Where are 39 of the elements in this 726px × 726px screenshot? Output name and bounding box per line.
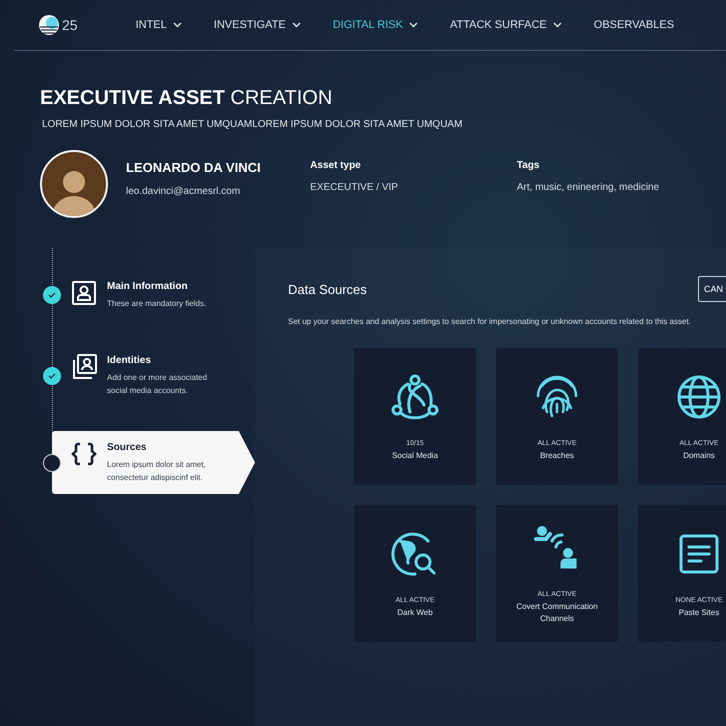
person-email: leo.davinci@acmesrl.com	[126, 186, 242, 197]
nav-item[interactable]: DIGITAL RISK	[332, 19, 418, 31]
page-subtitle: LOREM IPSUM DOLOR SITA AMET UMQUAMLOREM IPSUM DOLOR SITA AMET UMQUAM	[41, 119, 464, 130]
step-title: Sources	[107, 442, 148, 453]
nav-item[interactable]: ATTACK SURFACE	[450, 19, 562, 31]
step-title: Identities	[107, 355, 152, 366]
person-card-icon	[71, 280, 97, 306]
person-name: LEONARDO DA VINCI	[126, 160, 262, 175]
source-name: Domains	[682, 450, 716, 462]
connected-people-icon	[390, 372, 440, 422]
nav-item[interactable]: OBSERVABLES	[594, 19, 674, 31]
curly-braces-icon	[71, 441, 97, 467]
step-item[interactable]: Sources Lorem ipsum dolor sit amet, consectetur adispiscinf elit.	[52, 431, 255, 494]
panel-description: Set up your searches and analysis settings to search for impersonating or unknown accounts related to this asset.	[288, 317, 692, 326]
step-item[interactable]: Identities Add one or more associated social media accounts.	[52, 344, 255, 407]
tags-label: Tags	[516, 160, 540, 171]
step-title: Main Information	[107, 281, 189, 292]
logo-icon	[38, 14, 60, 36]
source-name: Breaches	[539, 450, 575, 462]
step-description: Lorem ipsum dolor sit amet, consectetur adispiscinf elit.	[107, 459, 207, 484]
source-name: Social Media	[392, 450, 438, 462]
nav-item[interactable]: INTEL	[136, 19, 182, 31]
asset-type-value: EXECEUTIVE / VIP	[310, 182, 399, 193]
asset-type-label: Asset type	[310, 160, 362, 171]
logo-text: 25	[62, 17, 78, 33]
nav-item[interactable]: INVESTIGATE	[214, 19, 301, 31]
cancel-button[interactable]: CAN	[698, 276, 726, 302]
panel-title: Data Sources	[288, 282, 367, 296]
step-description: These are mandatory fields.	[107, 298, 206, 310]
source-name: Covert Communication Channels	[515, 600, 599, 624]
tags-value: Art, music, enineering, medicine	[516, 182, 660, 193]
step-item[interactable]: Main Information These are mandatory fields.	[52, 270, 255, 320]
check-icon	[48, 292, 56, 298]
check-icon	[48, 372, 56, 378]
source-name: Paste Sites	[678, 606, 720, 618]
stacked-person-cards-icon	[71, 354, 97, 380]
step-description: Add one or more associated social media accounts.	[107, 372, 208, 397]
source-name: Dark Web	[396, 606, 434, 618]
page-title: EXECUTIVE ASSET CREATION	[40, 87, 334, 110]
